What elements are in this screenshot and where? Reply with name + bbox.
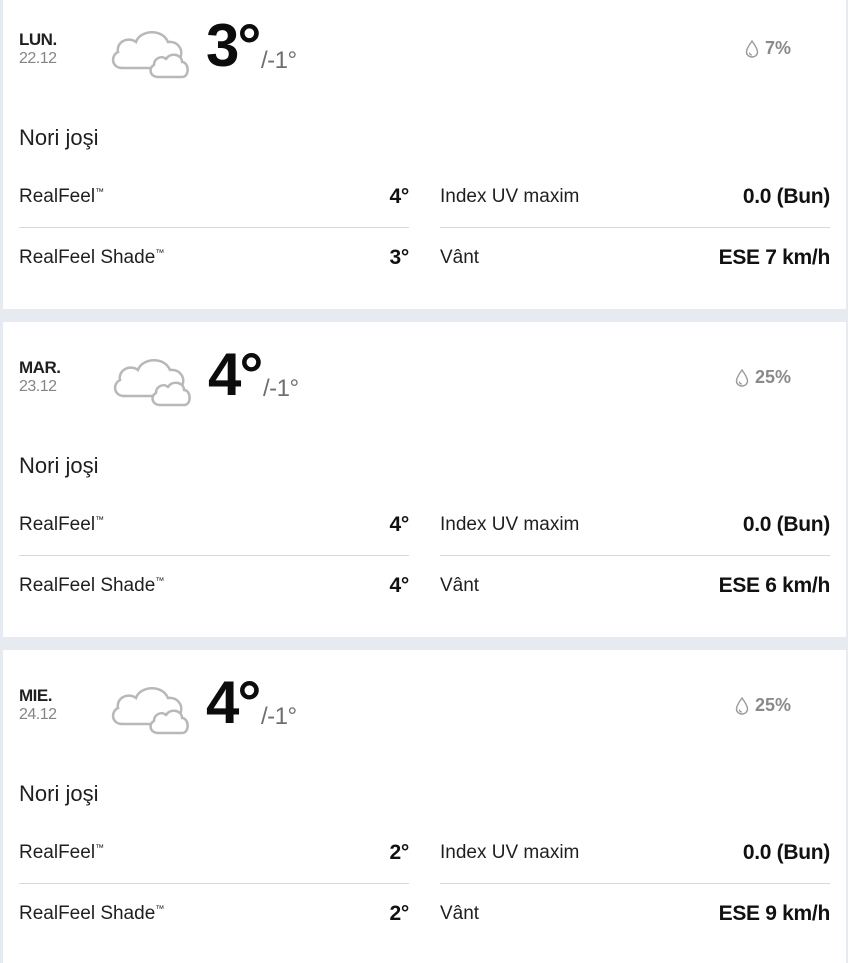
cloudy-icon: [111, 687, 189, 735]
details-left: RealFeel™ 2° RealFeel Shade™ 2°: [19, 823, 409, 944]
wind-value: ESE 6 km/h: [718, 574, 831, 597]
realfeel-label: RealFeel™: [19, 514, 105, 535]
day-of-week: MAR.: [19, 358, 61, 377]
realfeel-value: 4°: [389, 513, 410, 536]
weather-phrase: Nori joşi: [19, 781, 99, 806]
realfeel-row: RealFeel™ 4°: [19, 495, 409, 555]
weather-phrase: Nori joşi: [19, 125, 99, 150]
day-of-week: MIE.: [19, 686, 52, 705]
uv-row: Index UV maxim 0.0 (Bun): [440, 823, 830, 883]
realfeel-shade-value: 2°: [389, 902, 410, 925]
wind-row: Vânt ESE 6 km/h: [440, 555, 830, 616]
details-left: RealFeel™ 4° RealFeel Shade™ 3°: [19, 167, 409, 288]
forecast-card[interactable]: MIE. 24.12 4° /-1° 25% Nori joşi RealFee…: [3, 650, 846, 963]
realfeel-row: RealFeel™ 2°: [19, 823, 409, 883]
realfeel-shade-row: RealFeel Shade™ 3°: [19, 227, 409, 288]
date-block: MAR. 23.12: [19, 358, 99, 396]
realfeel-label: RealFeel™: [19, 842, 105, 863]
cloudy-icon: [113, 359, 191, 407]
temperature-high: 4°: [206, 669, 261, 736]
realfeel-row: RealFeel™ 4°: [19, 167, 409, 227]
date: 22.12: [19, 50, 57, 67]
wind-label: Vânt: [440, 575, 480, 596]
precipitation: 25%: [735, 695, 791, 716]
date: 23.12: [19, 378, 57, 395]
wind-row: Vânt ESE 9 km/h: [440, 883, 830, 944]
uv-value: 0.0 (Bun): [742, 841, 830, 864]
raindrop-icon: [735, 696, 749, 715]
details-right: Index UV maxim 0.0 (Bun) Vânt ESE 9 km/h: [440, 823, 830, 944]
forecast-card[interactable]: MAR. 23.12 4° /-1° 25% Nori joşi RealFee…: [3, 322, 846, 637]
realfeel-shade-row: RealFeel Shade™ 2°: [19, 883, 409, 944]
date: 24.12: [19, 706, 57, 723]
realfeel-shade-label: RealFeel Shade™: [19, 903, 165, 924]
uv-value: 0.0 (Bun): [742, 513, 830, 536]
cloudy-icon: [111, 31, 189, 79]
uv-label: Index UV maxim: [440, 842, 580, 863]
forecast-card[interactable]: LUN. 22.12 3° /-1° 7% Nori joşi RealFeel…: [3, 0, 846, 309]
raindrop-icon: [735, 368, 749, 387]
precipitation: 7%: [745, 38, 791, 59]
wind-row: Vânt ESE 7 km/h: [440, 227, 830, 288]
precipitation-value: 25%: [754, 367, 791, 387]
uv-value: 0.0 (Bun): [742, 185, 830, 208]
temperature-low: /-1°: [263, 375, 299, 402]
weather-phrase: Nori joşi: [19, 453, 99, 478]
wind-value: ESE 9 km/h: [718, 902, 831, 925]
realfeel-shade-label: RealFeel Shade™: [19, 247, 165, 268]
raindrop-icon: [745, 39, 759, 58]
uv-row: Index UV maxim 0.0 (Bun): [440, 495, 830, 555]
realfeel-shade-value: 4°: [389, 574, 410, 597]
wind-label: Vânt: [440, 903, 480, 924]
precipitation-value: 25%: [754, 695, 791, 715]
temperature-low: /-1°: [261, 703, 297, 730]
realfeel-label: RealFeel™: [19, 186, 105, 207]
realfeel-shade-row: RealFeel Shade™ 4°: [19, 555, 409, 616]
day-of-week: LUN.: [19, 30, 57, 49]
wind-value: ESE 7 km/h: [718, 246, 831, 269]
details-right: Index UV maxim 0.0 (Bun) Vânt ESE 7 km/h: [440, 167, 830, 288]
wind-label: Vânt: [440, 247, 480, 268]
precipitation: 25%: [735, 367, 791, 388]
details-right: Index UV maxim 0.0 (Bun) Vânt ESE 6 km/h: [440, 495, 830, 616]
realfeel-value: 4°: [389, 185, 410, 208]
uv-label: Index UV maxim: [440, 186, 580, 207]
details-left: RealFeel™ 4° RealFeel Shade™ 4°: [19, 495, 409, 616]
uv-label: Index UV maxim: [440, 514, 580, 535]
temperature-low: /-1°: [261, 47, 297, 74]
temperature-high: 4°: [208, 341, 263, 408]
date-block: LUN. 22.12: [19, 30, 99, 68]
realfeel-value: 2°: [389, 841, 410, 864]
date-block: MIE. 24.12: [19, 686, 99, 724]
daily-forecast-page: LUN. 22.12 3° /-1° 7% Nori joşi RealFeel…: [0, 0, 848, 963]
temperature-high: 3°: [206, 12, 261, 79]
precipitation-value: 7%: [764, 38, 791, 58]
realfeel-shade-value: 3°: [389, 246, 410, 269]
uv-row: Index UV maxim 0.0 (Bun): [440, 167, 830, 227]
realfeel-shade-label: RealFeel Shade™: [19, 575, 165, 596]
